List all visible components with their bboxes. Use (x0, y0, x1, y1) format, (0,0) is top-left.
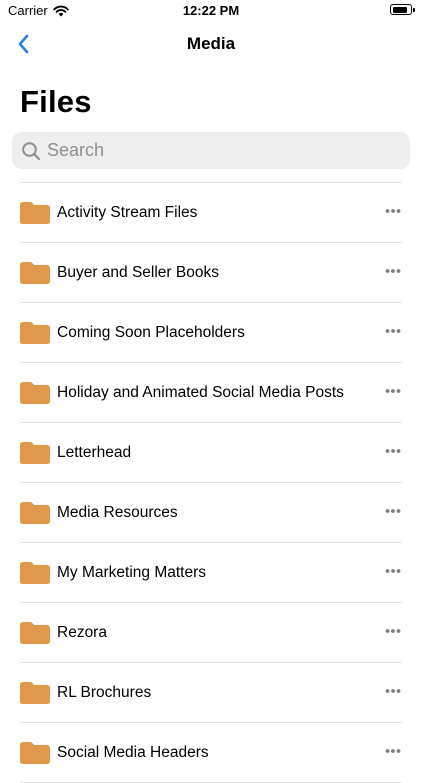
more-options-icon[interactable] (385, 266, 401, 276)
more-options-icon[interactable] (385, 566, 401, 576)
battery-icon (390, 4, 415, 15)
more-options-icon[interactable] (385, 506, 401, 516)
folder-label: Rezora (57, 624, 107, 641)
folder-row[interactable]: Rezora (20, 603, 402, 663)
folder-icon (20, 622, 50, 644)
search-icon (22, 141, 41, 160)
nav-title: Media (186, 34, 236, 53)
folder-row[interactable]: My Marketing Matters (20, 543, 402, 603)
folder-label: Activity Stream Files (57, 204, 198, 221)
more-options-icon[interactable] (385, 626, 401, 636)
folder-icon (20, 682, 50, 704)
folder-label: RL Brochures (57, 684, 152, 701)
status-time: 12:22 PM (182, 3, 240, 18)
folder-icon (20, 322, 50, 344)
folder-row[interactable]: Letterhead (20, 423, 402, 483)
folder-list: Activity Stream Files Buyer and Seller Bo… (20, 182, 402, 783)
folder-row[interactable]: Holiday and Animated Social Media Posts (20, 363, 402, 423)
folder-row[interactable]: Social Media Headers (20, 723, 402, 783)
folder-icon (20, 562, 50, 584)
folder-label: Media Resources (57, 504, 178, 521)
search-input[interactable] (45, 139, 379, 162)
folder-label: Buyer and Seller Books (57, 264, 219, 281)
folder-label: Letterhead (57, 444, 132, 461)
folder-row[interactable]: Buyer and Seller Books (20, 243, 402, 303)
folder-label: Holiday and Animated Social Media Posts (57, 384, 344, 401)
folder-label: Social Media Headers (57, 744, 209, 761)
folder-row[interactable]: RL Brochures (20, 663, 402, 723)
navigation-bar: Media (0, 22, 422, 66)
folder-icon (20, 382, 50, 404)
more-options-icon[interactable] (385, 386, 401, 396)
page-title: Files (20, 84, 92, 119)
more-options-icon[interactable] (385, 746, 401, 756)
folder-row[interactable]: Media Resources (20, 483, 402, 543)
search-bar[interactable] (12, 132, 410, 169)
more-options-icon[interactable] (385, 326, 401, 336)
folder-icon (20, 202, 50, 224)
folder-label: My Marketing Matters (57, 564, 207, 581)
more-options-icon[interactable] (385, 686, 401, 696)
more-options-icon[interactable] (385, 446, 401, 456)
folder-icon (20, 502, 50, 524)
more-options-icon[interactable] (385, 206, 401, 216)
folder-row[interactable]: Activity Stream Files (20, 183, 402, 243)
folder-row[interactable]: Coming Soon Placeholders (20, 303, 402, 363)
folder-icon (20, 262, 50, 284)
folder-icon (20, 742, 50, 764)
folder-icon (20, 442, 50, 464)
folder-label: Coming Soon Placeholders (57, 324, 245, 341)
status-bar: Carrier 12:22 PM (0, 0, 422, 22)
